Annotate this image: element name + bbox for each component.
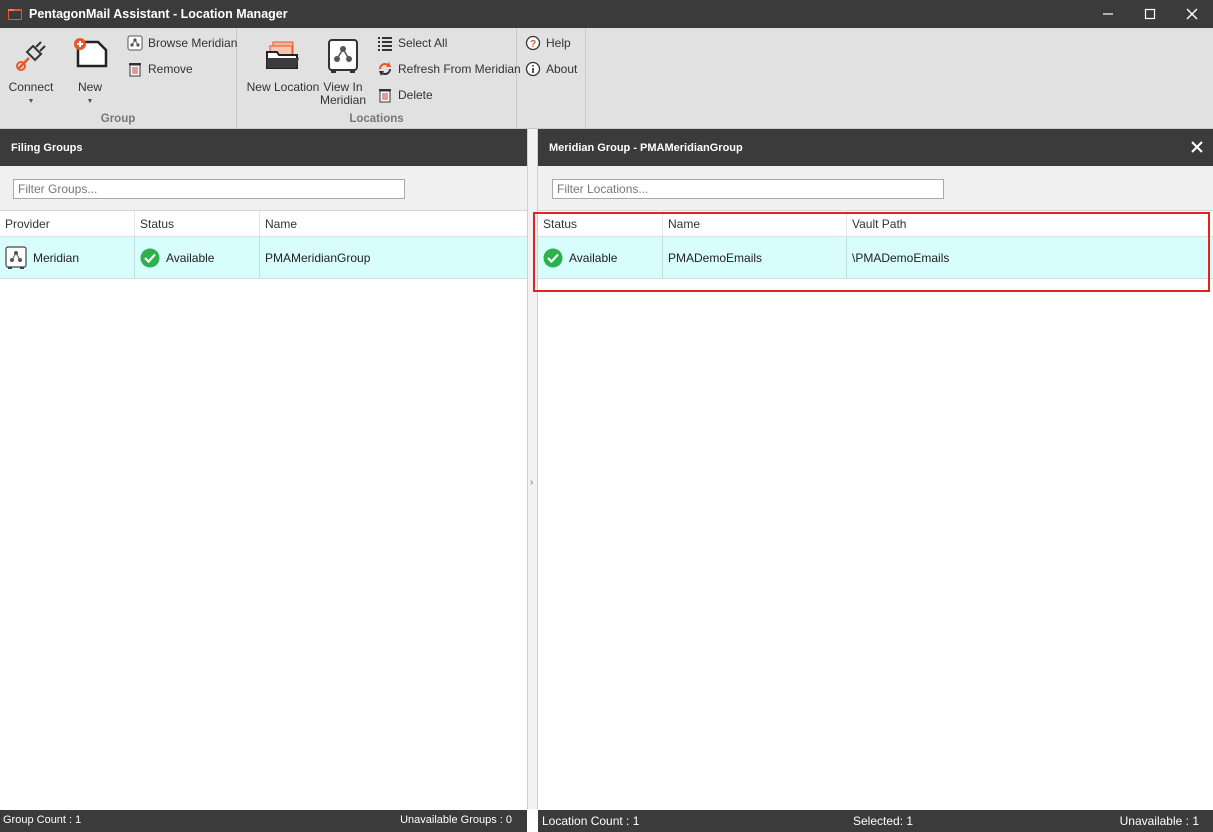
name-cell: PMADemoEmails [663,237,847,279]
info-icon [525,61,541,77]
help-label: Help [546,36,571,50]
meridian-icon [127,35,143,51]
vault-path-text: \PMADemoEmails [852,251,950,265]
location-name-text: PMADemoEmails [668,251,763,265]
location-filter-strip [538,166,1213,211]
column-header-status[interactable]: Status [135,211,260,237]
view-in-meridian-label-line1: View In [323,80,363,94]
groups-grid-header: Provider Status Name [0,211,527,237]
filter-locations-input[interactable] [552,179,944,199]
browse-meridian-label: Browse Meridian [148,36,238,50]
remove-button[interactable]: Remove [127,59,193,79]
new-label: New [77,80,102,94]
new-button[interactable]: New ▼ [64,36,116,108]
column-header-name[interactable]: Name [260,211,527,237]
close-icon[interactable] [1189,139,1205,155]
check-circle-icon [543,248,563,268]
group-name-text: PMAMeridianGroup [265,251,371,265]
check-circle-icon [140,248,160,268]
status-text: Available [569,251,618,265]
unavailable-count: Unavailable : 1 [1119,814,1199,828]
name-cell: PMAMeridianGroup [260,237,527,279]
ribbon-group-group: Connect ▼ New ▼ Browse Meridian Remove G… [0,28,237,129]
refresh-from-meridian-button[interactable]: Refresh From Meridian [377,59,521,79]
chevron-right-icon[interactable]: › [530,477,533,488]
view-in-meridian-button[interactable]: View In Meridian [319,36,367,107]
minimize-icon [1103,13,1113,15]
app-icon [8,9,22,20]
ribbon-group-help: ? Help About [517,28,586,129]
table-row[interactable]: Meridian Available PMAMeridianGroup [0,237,527,279]
status-cell: Available [538,237,663,279]
maximize-button[interactable] [1129,0,1171,28]
window-title: PentagonMail Assistant - Location Manage… [29,7,288,21]
chevron-down-icon: ▼ [86,98,94,105]
help-button[interactable]: ? Help [525,33,571,53]
left-status-bar: Group Count : 1 Unavailable Groups : 0 [0,810,527,832]
maximize-icon [1144,8,1156,20]
meridian-vault-icon [5,246,27,269]
group-count: Group Count : 1 [3,814,82,826]
chevron-down-icon: ▼ [27,98,35,105]
status-text: Available [166,251,215,265]
filing-groups-title: Filing Groups [11,141,83,154]
filter-groups-input[interactable] [13,179,405,199]
locations-section-label: Locations [349,113,404,125]
plug-icon [16,41,46,71]
remove-label: Remove [148,62,193,76]
unavailable-groups: Unavailable Groups : 0 [400,814,512,826]
connect-button[interactable]: Connect ▼ [5,36,57,108]
meridian-group-title: Meridian Group - PMAMeridianGroup [549,141,743,154]
list-icon [378,37,392,51]
trash-icon [129,63,141,77]
location-count: Location Count : 1 [542,814,640,828]
select-all-button[interactable]: Select All [377,33,447,53]
meridian-vault-icon [328,39,358,73]
column-header-name[interactable]: Name [663,211,847,237]
group-section-label: Group [100,113,136,125]
ribbon-group-locations: New Location View In Meridian Select All [237,28,521,129]
filing-groups-header: Filing Groups [0,129,527,166]
new-location-button[interactable]: New Location [243,36,323,94]
column-header-provider[interactable]: Provider [0,211,135,237]
delete-label: Delete [398,88,433,102]
about-label: About [546,62,578,76]
provider-text: Meridian [33,251,80,265]
table-row[interactable]: Available PMADemoEmails \PMADemoEmails [538,237,1213,279]
selected-count: Selected: 1 [853,814,914,828]
group-filter-strip [0,166,527,211]
connect-label: Connect [8,80,54,94]
close-icon [1186,8,1198,20]
vault-path-cell: \PMADemoEmails [847,237,1213,279]
panel-splitter[interactable]: › [527,129,538,809]
close-window-button[interactable] [1171,0,1213,28]
delete-button[interactable]: Delete [377,85,433,105]
trash-icon [379,89,391,103]
folder-stack-icon [266,41,299,69]
select-all-label: Select All [398,36,448,50]
status-cell: Available [135,237,260,279]
help-icon: ? [525,35,541,51]
right-status-bar: Location Count : 1 Selected: 1 Unavailab… [538,810,1213,832]
refresh-icon [379,62,391,76]
meridian-group-header: Meridian Group - PMAMeridianGroup [538,129,1213,166]
about-button[interactable]: About [525,59,577,79]
new-location-label: New Location [246,80,320,94]
provider-cell: Meridian [0,237,135,279]
new-document-icon [74,38,108,68]
column-header-status[interactable]: Status [538,211,663,237]
locations-grid-header: Status Name Vault Path [538,211,1213,237]
title-bar: PentagonMail Assistant - Location Manage… [0,0,1213,28]
browse-meridian-button[interactable]: Browse Meridian [127,33,237,53]
ribbon: Connect ▼ New ▼ Browse Meridian Remove G… [0,28,1213,129]
minimize-button[interactable] [1087,0,1129,28]
column-header-vault-path[interactable]: Vault Path [847,211,1213,237]
refresh-label: Refresh From Meridian [398,62,521,76]
svg-text:?: ? [530,39,536,50]
view-in-meridian-label-line2: Meridian [319,93,367,107]
